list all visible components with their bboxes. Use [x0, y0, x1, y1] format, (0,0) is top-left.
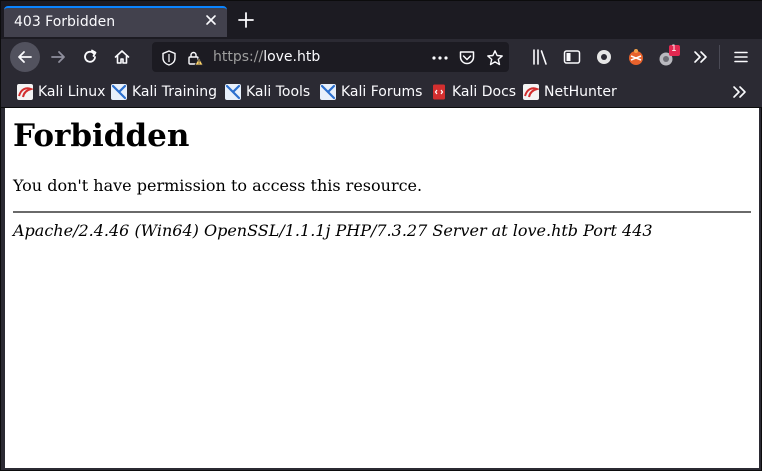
extension-orange-icon: [629, 49, 643, 65]
bookmark-label: NetHunter: [544, 84, 617, 100]
toolbar-separator: [719, 45, 720, 69]
tab-active[interactable]: 403 Forbidden: [4, 6, 227, 37]
error-message: You don't have permission to access this…: [13, 176, 423, 195]
home-icon: [114, 50, 130, 64]
library-button[interactable]: [527, 43, 555, 71]
bookmark-label: Kali Linux: [38, 84, 106, 100]
new-tab-button[interactable]: [235, 9, 257, 31]
bookmark-kali-docs[interactable]: Kali Docs: [431, 83, 516, 101]
extension-circle-icon: [597, 50, 611, 64]
kali-tools-icon: [225, 84, 241, 100]
extension-button-3[interactable]: 1: [654, 43, 682, 71]
forward-button[interactable]: [44, 43, 72, 71]
nethunter-icon: [523, 84, 539, 100]
url-scheme: https://: [213, 49, 264, 65]
back-button[interactable]: [10, 42, 40, 72]
menu-button[interactable]: [727, 43, 755, 71]
shield-icon[interactable]: [162, 50, 176, 70]
kali-dragon-icon: [17, 84, 33, 100]
tab-title: 403 Forbidden: [14, 14, 116, 30]
badge-count: 1: [671, 44, 677, 54]
bookmark-kali-training[interactable]: Kali Training: [111, 83, 217, 101]
bookmark-label: Kali Training: [132, 84, 217, 100]
pocket-icon[interactable]: [458, 49, 476, 71]
insecure-lock-icon[interactable]: [186, 49, 204, 71]
bookmark-nethunter[interactable]: NetHunter: [523, 83, 617, 101]
kali-docs-icon: [433, 84, 445, 100]
arrow-left-icon: [18, 51, 32, 63]
extension-button-1[interactable]: [590, 43, 618, 71]
horizontal-rule: [13, 211, 751, 213]
page-heading: Forbidden: [13, 118, 190, 154]
url-bar[interactable]: https://love.htb: [152, 42, 509, 72]
chevron-double-right-icon: [694, 51, 707, 63]
bookmark-label: Kali Docs: [452, 84, 517, 100]
page-actions-icon[interactable]: [431, 50, 449, 70]
bookmark-kali-linux[interactable]: Kali Linux: [17, 83, 105, 101]
url-host: love.htb: [263, 49, 321, 65]
browser-window: 403 Forbidden https://love.htb 1 Kali Li…: [0, 0, 762, 471]
arrow-right-icon: [51, 51, 65, 63]
bookmarks-toolbar: Kali Linux Kali Training Kali Tools Kali…: [1, 76, 762, 108]
extension-button-2[interactable]: [622, 43, 650, 71]
library-icon: [533, 49, 547, 65]
sidebar-icon: [563, 50, 581, 64]
url-text[interactable]: https://love.htb: [213, 49, 320, 65]
page-content: Forbidden You don't have permission to a…: [5, 108, 759, 468]
hamburger-menu-icon: [734, 51, 748, 63]
tab-strip: 403 Forbidden: [1, 1, 762, 39]
kali-forums-icon: [320, 84, 336, 100]
home-button[interactable]: [108, 43, 136, 71]
server-signature: Apache/2.4.46 (Win64) OpenSSL/1.1.1j PHP…: [13, 221, 653, 240]
bookmarks-overflow-button[interactable]: [730, 83, 748, 101]
bookmark-label: Kali Tools: [246, 84, 311, 100]
chevron-double-right-icon: [733, 86, 746, 98]
navigation-toolbar: https://love.htb 1: [1, 39, 762, 76]
close-tab-icon[interactable]: [203, 13, 219, 29]
reload-icon: [84, 49, 97, 63]
bookmark-kali-forums[interactable]: Kali Forums: [320, 83, 422, 101]
sidebar-button[interactable]: [558, 43, 586, 71]
reload-button[interactable]: [76, 43, 104, 71]
bookmark-kali-tools[interactable]: Kali Tools: [225, 83, 310, 101]
kali-training-icon: [111, 84, 127, 100]
star-bookmark-icon[interactable]: [486, 49, 504, 71]
bookmark-label: Kali Forums: [341, 84, 423, 100]
overflow-button[interactable]: [686, 43, 714, 71]
